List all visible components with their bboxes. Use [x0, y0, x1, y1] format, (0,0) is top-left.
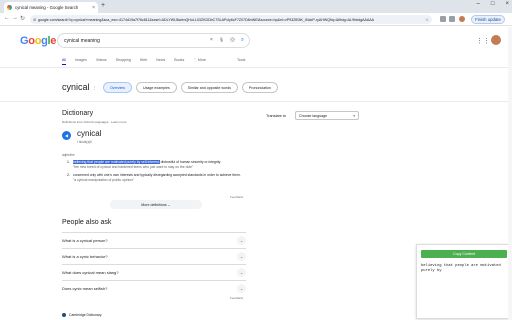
minimize-button[interactable]: –: [477, 1, 480, 7]
avatar[interactable]: [491, 35, 501, 45]
search-query: cynical meaning: [64, 38, 100, 44]
definition-example: "the new breed of cynical and hardened t…: [73, 164, 194, 169]
browser-tab-active[interactable]: cynical meaning - Google Search ×: [4, 2, 98, 13]
address-url: google.com/search?q=cynical+meaning&sca_…: [38, 17, 375, 22]
definition-example: "a cynical manipulation of public opinio…: [73, 177, 135, 182]
google-logo[interactable]: Google: [20, 35, 56, 47]
tools-button[interactable]: Tools: [237, 58, 245, 62]
extension-icon[interactable]: [440, 16, 446, 22]
selected-text[interactable]: believing that people are motivated pure…: [73, 160, 160, 164]
tab-title: cynical meaning - Google Search: [15, 5, 79, 10]
site-info-icon[interactable]: ⊜: [33, 17, 36, 22]
part-of-speech: adjective: [62, 153, 75, 157]
dropdown-arrow-icon: ▾: [353, 114, 355, 118]
tab-news[interactable]: News: [156, 58, 165, 65]
logo-letter: e: [50, 35, 57, 47]
search-tabs: All Images Videos Shopping Web News Book…: [62, 58, 206, 65]
question-text: What is a cynic behavior?: [62, 254, 108, 259]
browser-toolbar: ← → ↻ ⊜ google.com/search?q=cynical+mean…: [0, 13, 512, 26]
speaker-icon[interactable]: ◀: [62, 131, 71, 140]
browser-tab-strip: cynical meaning - Google Search × + – □ …: [0, 0, 512, 13]
more-options-icon[interactable]: ⋮: [93, 85, 97, 90]
language-select[interactable]: Choose language ▾: [295, 111, 359, 120]
chevron-down-icon[interactable]: ⌄: [237, 284, 246, 293]
tab-shopping[interactable]: Shopping: [116, 58, 131, 65]
question-text: What is a cynical person?: [62, 238, 108, 243]
more-options-icon[interactable]: ⋮: [93, 219, 98, 225]
dictionary-word: cynical: [77, 129, 102, 138]
chevron-down-icon[interactable]: ⌄: [237, 268, 246, 277]
close-window-button[interactable]: ×: [505, 1, 509, 7]
search-icon[interactable]: ⌕: [241, 37, 244, 44]
window-controls: – □ ×: [477, 1, 509, 7]
question-text: What does cynical mean slang?: [62, 270, 119, 275]
tab-images[interactable]: Images: [75, 58, 87, 65]
chevron-down-icon[interactable]: ⌄: [237, 252, 246, 261]
topic-chips: Overview Usage examples Similar and oppo…: [103, 82, 278, 93]
search-input[interactable]: cynical meaning × 🎙 ◎ ⌕: [57, 33, 250, 48]
more-definitions-button[interactable]: More definitions ⌄: [110, 200, 202, 209]
tab-videos[interactable]: Videos: [96, 58, 107, 65]
google-apps-icon[interactable]: ⋮⋮: [476, 37, 490, 45]
copy-content-button[interactable]: Copy Content: [421, 250, 507, 258]
lens-icon[interactable]: ◎: [230, 37, 235, 44]
question-text: Does cynic mean selfish?: [62, 286, 108, 291]
dictionary-heading: Dictionary: [62, 110, 94, 117]
definition-text: concerned only with one's own interests …: [73, 173, 241, 177]
tab-more[interactable]: ⋮ More: [193, 58, 206, 65]
back-arrow-icon[interactable]: ←: [4, 15, 10, 21]
clear-icon[interactable]: ×: [210, 37, 213, 44]
chip-overview[interactable]: Overview: [103, 82, 132, 93]
people-also-ask-heading: People also ask: [62, 219, 112, 226]
chip-usage-examples[interactable]: Usage examples: [135, 82, 177, 93]
chip-pronunciation[interactable]: Pronunciation: [241, 82, 278, 93]
feedback-link[interactable]: Feedback: [230, 296, 243, 300]
finish-update-button[interactable]: Finish update: [471, 15, 505, 24]
bookmark-star-icon[interactable]: ☆: [425, 17, 429, 23]
language-select-value: Choose language: [299, 114, 328, 118]
address-bar[interactable]: ⊜ google.com/search?q=cynical+meaning&sc…: [30, 15, 432, 24]
site-favicon-icon: [62, 313, 66, 318]
question-item[interactable]: What does cynical mean slang? ⌄: [62, 264, 246, 280]
definition-text: distrustful of human sincerity or integr…: [159, 160, 222, 164]
source-name: Cambridge Dictionary: [69, 313, 102, 317]
pronunciation: /ˈsinək(ə)l/: [77, 140, 92, 144]
extension-popup: Copy Content believing that people are m…: [416, 244, 510, 319]
topic-header: cynical ⋮: [62, 82, 97, 92]
tab-web[interactable]: Web: [140, 58, 147, 65]
extension-icon[interactable]: [449, 16, 455, 22]
translate-label: Translate to: [266, 114, 286, 118]
google-favicon-icon: [7, 5, 12, 10]
search-result-source[interactable]: Cambridge Dictionary: [62, 313, 102, 318]
chip-similar-opposite[interactable]: Similar and opposite words: [180, 82, 238, 93]
dictionary-source[interactable]: Definitions from Oxford Languages · Lear…: [62, 120, 126, 124]
close-tab-icon[interactable]: ×: [92, 5, 95, 11]
profile-avatar-icon[interactable]: [459, 16, 465, 22]
question-item[interactable]: What is a cynic behavior? ⌄: [62, 248, 246, 264]
new-tab-button[interactable]: +: [101, 2, 105, 9]
copied-text: believing that people are motivated pure…: [421, 264, 504, 273]
divider: [0, 67, 512, 68]
divider: [0, 101, 512, 102]
question-item[interactable]: Does cynic mean selfish? ⌄: [62, 280, 246, 296]
feedback-link[interactable]: Feedback: [230, 195, 243, 199]
mic-icon[interactable]: 🎙: [219, 37, 224, 44]
topic-word: cynical: [62, 82, 90, 92]
chevron-down-icon[interactable]: ⌄: [237, 236, 246, 245]
maximize-button[interactable]: □: [491, 1, 495, 7]
search-box-icons: × 🎙 ◎ ⌕: [210, 37, 244, 44]
definition-item: 2. concerned only with one's own interest…: [67, 173, 247, 182]
tab-all[interactable]: All: [62, 58, 66, 65]
page-scrollbar[interactable]: [508, 27, 512, 320]
reload-icon[interactable]: ↻: [20, 15, 25, 22]
forward-arrow-icon[interactable]: →: [12, 15, 18, 21]
definition-item: 1. believing that people are motivated pu…: [67, 160, 247, 169]
tab-books[interactable]: Books: [174, 58, 184, 65]
question-item[interactable]: What is a cynical person? ⌄: [62, 232, 246, 248]
